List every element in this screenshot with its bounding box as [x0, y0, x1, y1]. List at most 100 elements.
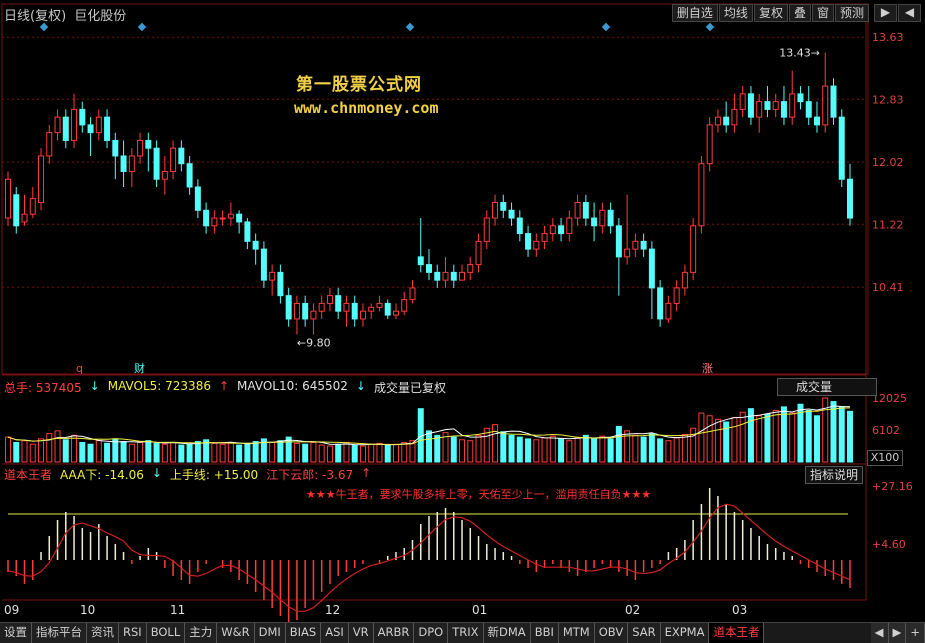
candle-body	[310, 310, 317, 320]
tab-news[interactable]: 资讯	[87, 623, 119, 643]
tab-main-force[interactable]: 主力	[185, 623, 218, 643]
tab-boll[interactable]: BOLL	[146, 623, 186, 643]
volume-bar	[244, 442, 251, 463]
candle-body	[731, 108, 738, 126]
toolbar-overlay-button[interactable]: 叠	[788, 4, 811, 22]
toolbar-window-button[interactable]: 窗	[811, 4, 834, 22]
up-arrow-icon: ↑	[361, 466, 372, 480]
candle-body	[384, 302, 391, 316]
tab-rsi[interactable]: RSI	[119, 623, 147, 643]
main-chart[interactable]: 13.63 12.83 12.02 11.22 10.41 13.43→ ←9.80 q 财 涨 1…	[0, 0, 925, 643]
price-tick-label: 11.22	[872, 218, 904, 231]
date-axis: 09 10 11 12 01 02 03	[0, 603, 870, 617]
volume-bar	[607, 438, 614, 463]
volume-bar	[599, 435, 606, 463]
volume-tick-label: 12025	[872, 392, 907, 405]
tab-obv[interactable]: OBV	[594, 623, 629, 643]
candle-body	[227, 213, 234, 219]
candle-body	[194, 186, 201, 211]
volume-bar	[805, 409, 812, 463]
indicator-info: 道本王者 AAA下: -14.06 ↓ 上手线: +15.00 江下云郎: -3…	[4, 466, 371, 483]
toolbar-forecast-button[interactable]: 预测	[834, 4, 869, 22]
tab-dmi[interactable]: DMI	[254, 623, 286, 643]
candle-body	[756, 101, 763, 118]
candle-body	[145, 139, 152, 149]
volume-bar	[178, 444, 185, 463]
indicator-lower: 江下云郎: -3.67	[266, 468, 354, 482]
volume-mavol10: MAVOL10: 645502	[237, 379, 348, 393]
volume-bar	[236, 444, 243, 463]
candle-body	[805, 101, 812, 118]
candle-body	[599, 209, 606, 227]
nav-arrows: ▶ ◀	[873, 4, 921, 22]
scroll-right-icon[interactable]: ▶	[888, 623, 907, 643]
candle-body	[161, 170, 168, 180]
candle-body	[516, 217, 523, 235]
candle-body	[417, 256, 424, 266]
volume-bar	[384, 444, 391, 463]
volume-bar	[434, 434, 441, 463]
candle-body	[714, 116, 721, 126]
volume-bar	[401, 441, 408, 463]
price-tick-label: 13.63	[872, 31, 904, 44]
candle-body	[219, 217, 226, 220]
back-icon[interactable]: ◀	[898, 4, 921, 22]
down-arrow-icon: ↓	[355, 379, 366, 393]
candle-body	[392, 310, 399, 316]
toolbar-remove-favorite-button[interactable]: 删自选	[671, 4, 718, 22]
tab-bias[interactable]: BIAS	[285, 623, 322, 643]
indicator-warning: ★★★牛王者，要求牛股多排上零，天佑至少上一，滥用责任自负★★★	[306, 488, 652, 501]
tab-trix[interactable]: TRIX	[448, 623, 484, 643]
indicator-tab-bar: 设置 指标平台 资讯 RSI BOLL 主力 W&R DMI BIAS ASI …	[0, 622, 925, 643]
volume-bar	[351, 444, 358, 463]
volume-indicator-dropdown[interactable]: 成交量	[777, 378, 877, 396]
candle-body	[46, 132, 53, 157]
candle-body	[640, 240, 647, 250]
tab-dpo[interactable]: DPO	[414, 623, 449, 643]
tab-expma[interactable]: EXPMA	[660, 623, 710, 643]
volume-bar	[137, 441, 144, 463]
candle-body	[244, 221, 251, 242]
tab-wr[interactable]: W&R	[217, 623, 255, 643]
volume-bar	[450, 436, 457, 463]
price-panel-frame	[1, 3, 869, 375]
tab-daoben-wangzhe[interactable]: 道本王者	[709, 623, 765, 643]
tab-bbi[interactable]: BBI	[530, 623, 559, 643]
price-tick-label: 12.02	[872, 156, 904, 169]
down-arrow-icon: ↓	[151, 466, 162, 480]
candle-body	[211, 217, 218, 227]
volume-bar	[252, 441, 259, 463]
scroll-left-icon[interactable]: ◀	[870, 623, 889, 643]
candle-body	[541, 233, 548, 242]
tab-sar[interactable]: SAR	[628, 623, 661, 643]
candle-body	[335, 295, 342, 312]
candle-body	[467, 264, 474, 273]
volume-bar	[120, 441, 127, 463]
add-tab-icon[interactable]: +	[906, 623, 925, 643]
low-price-label: ←9.80	[297, 336, 331, 349]
volume-bar	[326, 445, 333, 463]
toolbar-ma-button[interactable]: 均线	[718, 4, 753, 22]
toolbar-adjust-button[interactable]: 复权	[753, 4, 788, 22]
candle-body	[112, 139, 119, 157]
candle-body	[657, 287, 664, 320]
volume-bar	[764, 413, 771, 463]
tab-arbr[interactable]: ARBR	[373, 623, 415, 643]
tab-vr[interactable]: VR	[348, 623, 374, 643]
play-icon[interactable]: ▶	[874, 4, 897, 22]
tab-settings[interactable]: 设置	[0, 623, 32, 643]
tab-mtm[interactable]: MTM	[558, 623, 595, 643]
volume-bar	[467, 440, 474, 463]
volume-bar	[153, 442, 160, 463]
candle-body	[252, 240, 259, 250]
volume-bar	[673, 437, 680, 463]
tab-indicator-platform[interactable]: 指标平台	[32, 623, 87, 643]
volume-bar	[706, 415, 713, 463]
indicator-help-button[interactable]: 指标说明	[805, 466, 863, 484]
watermark-url: www.chnmoney.com	[294, 99, 439, 117]
tab-new-dma[interactable]: 新DMA	[483, 623, 531, 643]
period-label[interactable]: 日线(复权)	[4, 9, 66, 24]
candle-body	[780, 101, 787, 118]
tab-asi[interactable]: ASI	[321, 623, 349, 643]
volume-bar	[591, 437, 598, 463]
